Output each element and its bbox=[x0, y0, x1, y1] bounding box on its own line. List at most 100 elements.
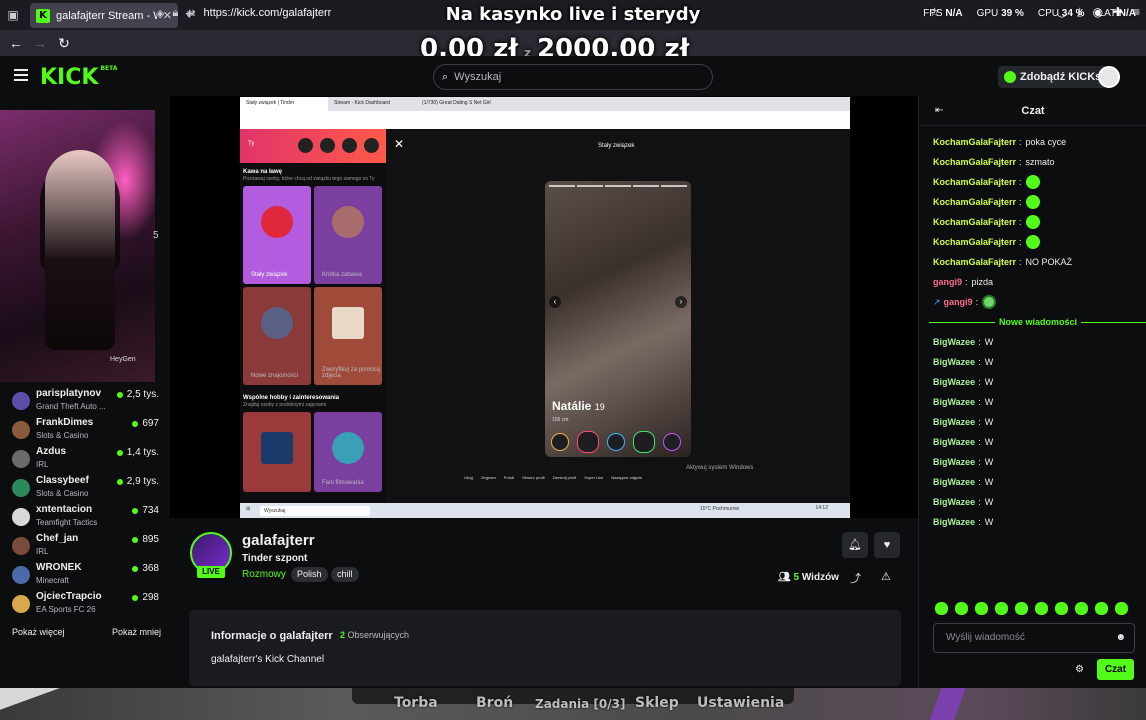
chat-message: KochamGalaFajterr: szmato bbox=[933, 157, 1055, 167]
bell-icon: 🔔︎ bbox=[848, 539, 862, 551]
report-warning-icon[interactable]: ⚠ bbox=[881, 570, 891, 583]
channel-name[interactable]: galafajterr bbox=[242, 532, 315, 549]
emote-bar bbox=[935, 602, 1128, 615]
emote-icon[interactable] bbox=[1015, 602, 1028, 615]
chat-text: W bbox=[984, 357, 994, 367]
chat-username[interactable]: BigWazee bbox=[933, 497, 975, 507]
sidebar-channel[interactable]: Chef_jan IRL 895 bbox=[0, 531, 170, 560]
chat-username[interactable]: KochamGalaFajterr bbox=[933, 137, 1016, 147]
emote-icon[interactable] bbox=[1035, 602, 1048, 615]
hamburger-menu-icon[interactable] bbox=[14, 69, 28, 81]
channel-avatar bbox=[12, 595, 30, 613]
user-avatar[interactable] bbox=[1098, 66, 1120, 88]
stream-tab: (1/730) Great Dating S Net Girl bbox=[422, 100, 491, 106]
tag-polish[interactable]: Polish bbox=[291, 567, 328, 582]
chat-username[interactable]: BigWazee bbox=[933, 397, 975, 407]
channel-avatar bbox=[12, 450, 30, 468]
emote-icon[interactable] bbox=[995, 602, 1008, 615]
sidebar-channel[interactable]: Classybeef Slots & Casino 2,9 tys. bbox=[0, 473, 170, 502]
chat-username[interactable]: BigWazee bbox=[933, 357, 975, 367]
chat-username[interactable]: KochamGalaFajterr bbox=[933, 217, 1016, 227]
ghost-emote-icon bbox=[1025, 175, 1040, 189]
back-icon[interactable]: ← bbox=[4, 35, 28, 51]
emote-icon[interactable] bbox=[975, 602, 988, 615]
chat-username[interactable]: KochamGalaFajterr bbox=[933, 237, 1016, 247]
chat-username[interactable]: BigWazee bbox=[933, 377, 975, 387]
reload-icon[interactable]: ↻ bbox=[52, 35, 76, 52]
tinder-card: Nowe znajomości bbox=[243, 287, 311, 385]
chat-settings-gear-icon[interactable]: ⚙ bbox=[1075, 664, 1084, 675]
chat-username[interactable]: gangi9 bbox=[933, 277, 962, 287]
address-bar[interactable]: ◈ 🔒︎ ⇄ https://kick.com/galafajterr bbox=[150, 2, 950, 24]
downloads-icon[interactable]: ⤓ bbox=[1077, 5, 1082, 20]
get-kicks-button[interactable]: Zdobądź KICKs bbox=[998, 66, 1108, 88]
chat-username[interactable]: KochamGalaFajterr bbox=[933, 197, 1016, 207]
account-icon[interactable]: ◉ bbox=[1092, 5, 1102, 20]
sidebar-channel[interactable]: xntentacion Teamfight Tactics 734 bbox=[0, 502, 170, 531]
webcam-overlay: HeyGen bbox=[0, 110, 155, 382]
ghost-emote-icon bbox=[1025, 235, 1040, 249]
chat-message: KochamGalaFajterr: bbox=[933, 192, 1143, 212]
bookmark-star-icon[interactable]: ☆ bbox=[929, 5, 940, 19]
stream-tab: Stream - Kick Dashboard bbox=[334, 100, 390, 106]
chat-message: BigWazee: W bbox=[933, 377, 994, 387]
live-dot-icon bbox=[132, 565, 139, 572]
emote-icon[interactable] bbox=[1075, 602, 1088, 615]
stream-title: Tinder szpont bbox=[242, 553, 308, 564]
chat-username[interactable]: KochamGalaFajterr bbox=[933, 257, 1016, 267]
sidebar-channel-viewers: 734 bbox=[132, 505, 159, 516]
search-box[interactable]: ⌕ bbox=[433, 64, 713, 90]
chat-username[interactable]: BigWazee bbox=[933, 477, 975, 487]
tinder-main: ✕ Stały związek ‹ › Natálie 19 156 cm Uk… bbox=[386, 129, 850, 503]
chat-username[interactable]: BigWazee bbox=[933, 337, 975, 347]
screen: ▣ K galafajterr Stream - Watch Live ✕ + … bbox=[0, 0, 1146, 720]
extensions-icon[interactable]: ✚ bbox=[1113, 5, 1123, 20]
chat-username[interactable]: BigWazee bbox=[933, 457, 975, 467]
emote-icon[interactable] bbox=[1055, 602, 1068, 615]
emote-icon[interactable] bbox=[1115, 602, 1128, 615]
chat-input[interactable] bbox=[934, 624, 1109, 651]
video-player[interactable]: Stały związek | Tinder Stream - Kick Das… bbox=[170, 96, 918, 518]
notification-bell-button[interactable]: 🔔︎ bbox=[842, 532, 868, 558]
search-input[interactable] bbox=[454, 71, 695, 83]
sidebar-channel[interactable]: FrankDimes Slots & Casino 697 bbox=[0, 415, 170, 444]
url-text[interactable]: https://kick.com/galafajterr bbox=[204, 7, 332, 19]
viewer-count: 👥︎ 5 Widzów bbox=[778, 572, 839, 583]
chat-message: ↗ gangi9: bbox=[933, 292, 1143, 312]
chat-message: gangi9: pizda bbox=[933, 277, 994, 287]
emote-icon[interactable] bbox=[935, 602, 948, 615]
permissions-icon[interactable]: ⇄ bbox=[186, 7, 195, 20]
follow-heart-button[interactable]: ♥ bbox=[874, 532, 900, 558]
show-more-button[interactable]: Pokaż więcej bbox=[12, 627, 65, 637]
sidebar-channel[interactable]: Azdus IRL 1,4 tys. bbox=[0, 444, 170, 473]
emoji-picker-icon[interactable]: ☻ bbox=[1115, 632, 1126, 643]
recommended-channels: parisplatynov Grand Theft Auto ... 2,5 tys… bbox=[0, 386, 170, 618]
chat-username[interactable]: gangi9 bbox=[944, 297, 973, 307]
show-less-button[interactable]: Pokaż mniej bbox=[112, 627, 161, 637]
emote-icon[interactable] bbox=[1095, 602, 1108, 615]
share-icon[interactable]: ⤴ bbox=[850, 570, 861, 586]
shield-icon[interactable]: ◈ bbox=[156, 7, 164, 20]
chat-send-button[interactable]: Czat bbox=[1097, 659, 1134, 680]
forward-icon[interactable]: → bbox=[28, 35, 52, 51]
kick-logo[interactable]: KICK BETA bbox=[40, 65, 117, 90]
lock-icon[interactable]: 🔒︎ bbox=[172, 7, 178, 20]
chat-username[interactable]: BigWazee bbox=[933, 437, 975, 447]
game-menu-item: Zadania [0/3] bbox=[535, 697, 626, 711]
sidebar-channel-name: Classybeef bbox=[36, 475, 89, 486]
sidebar-channel[interactable]: OjciecTrapcio EA Sports FC 26 298 bbox=[0, 589, 170, 618]
stream-category[interactable]: Rozmowy bbox=[242, 569, 286, 580]
sidebar-channel[interactable]: WRONEK Minecraft 368 bbox=[0, 560, 170, 589]
sidebar-channel-viewers: 2,9 tys. bbox=[116, 476, 159, 487]
chat-username[interactable]: BigWazee bbox=[933, 517, 975, 527]
emote-icon[interactable] bbox=[955, 602, 968, 615]
chat-username[interactable]: KochamGalaFajterr bbox=[933, 177, 1016, 187]
menu-icon[interactable]: ≡ bbox=[1133, 5, 1140, 20]
tag-chill[interactable]: chill bbox=[331, 567, 359, 582]
sidebar-channel[interactable]: parisplatynov Grand Theft Auto ... 2,5 tys… bbox=[0, 386, 170, 415]
chat-username[interactable]: KochamGalaFajterr bbox=[933, 157, 1016, 167]
pocket-icon[interactable]: ◡ bbox=[1057, 5, 1067, 20]
chat-input-box[interactable]: ☻ bbox=[933, 623, 1135, 653]
chat-username[interactable]: BigWazee bbox=[933, 417, 975, 427]
users-icon: 👥︎ bbox=[778, 572, 791, 583]
